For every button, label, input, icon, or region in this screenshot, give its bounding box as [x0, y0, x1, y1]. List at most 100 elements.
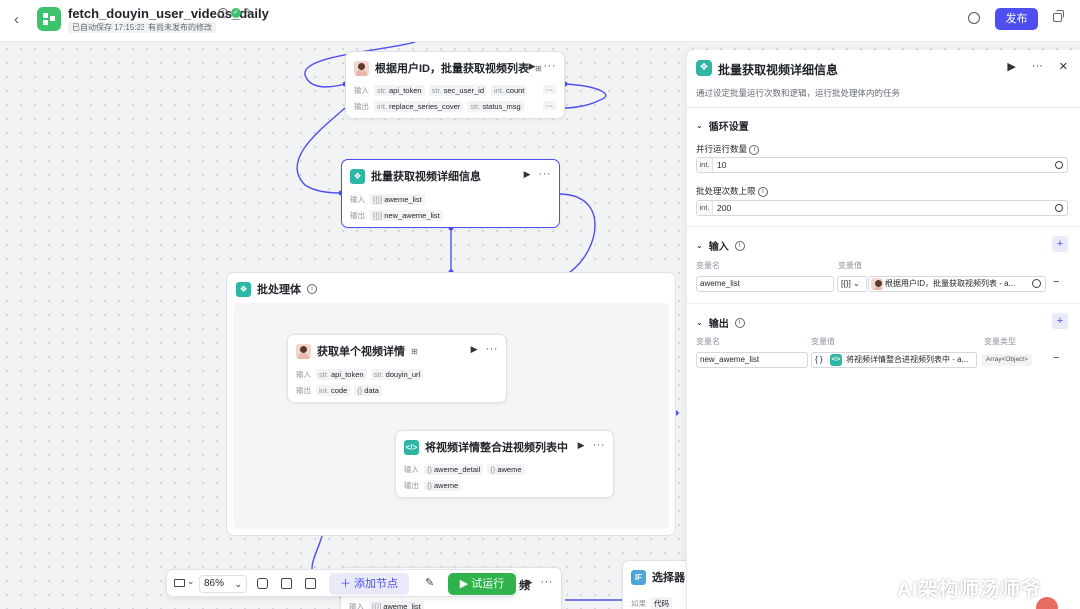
image-icon[interactable]: [305, 578, 316, 589]
input-chip: [{}] aweme_list: [370, 194, 425, 205]
info-icon: i: [734, 240, 745, 251]
object-type-icon: { }: [815, 355, 823, 364]
input-chip: str. sec_user_id: [428, 85, 488, 96]
add-input-button[interactable]: +: [1052, 236, 1068, 252]
remove-output-button[interactable]: −: [1053, 352, 1059, 364]
input-var-reference[interactable]: 根据用户ID，批量获取视频列表 - a...: [868, 276, 1046, 292]
node-config-panel: ❖ 批量获取视频详细信息 ▶ ··· ✕ 通过设定批量运行次数和逻辑，运行批处理…: [686, 50, 1080, 609]
more-options-icon[interactable]: ···: [539, 168, 552, 180]
autosave-status: 已自动保存 17:15:23: [68, 22, 150, 33]
batch-layers-icon: ❖: [236, 281, 251, 297]
code-icon: </>: [404, 439, 419, 455]
workflow-app-icon: [37, 7, 61, 31]
remove-input-button[interactable]: −: [1053, 276, 1059, 288]
publish-button[interactable]: 发布: [995, 8, 1038, 30]
add-output-button[interactable]: +: [1052, 313, 1068, 329]
top-bar: ‹ fetch_douyin_user_videos_daily i ✓ ✎ 已…: [0, 0, 1080, 42]
plugin-icon: ⊞: [411, 346, 418, 356]
node-merge-into-list[interactable]: </> 将视频详情整合进视频列表中 ▶ ··· 输入 {} aweme_detai…: [395, 430, 614, 498]
output-type-badge: Array<Object>: [982, 354, 1032, 366]
node-fetch-video-list[interactable]: 根据用户ID，批量获取视频列表 ⊞ ▶ ··· 输入 str. api_token…: [345, 51, 565, 119]
test-run-button[interactable]: ▶ 试运行: [448, 573, 516, 595]
zoom-select[interactable]: 86% ⌄: [199, 575, 247, 593]
run-node-icon[interactable]: ▶: [471, 344, 478, 355]
add-node-button[interactable]: ＋ 添加节点: [329, 573, 409, 595]
chevron-down-icon: ⌄: [696, 318, 703, 327]
info-icon[interactable]: i: [218, 7, 228, 18]
input-chip: str. douyin_url: [370, 369, 424, 380]
layout-grid-icon[interactable]: [281, 578, 292, 589]
panel-description: 通过设定批量运行次数和逻辑，运行批处理体内的任务: [696, 88, 901, 98]
chevron-down-icon[interactable]: ⌄: [187, 576, 195, 587]
run-node-icon[interactable]: ▶: [1007, 60, 1015, 73]
output-chip: str. status_msg: [467, 101, 524, 112]
more-options-icon[interactable]: ···: [593, 439, 606, 451]
user-avatar-icon: [354, 60, 369, 76]
close-icon[interactable]: ✕: [1059, 60, 1068, 73]
if-condition-icon: IF: [631, 569, 646, 585]
info-icon: i: [749, 144, 760, 155]
node-get-single-video[interactable]: 获取单个视频详情 ⊞ ▶ ··· 输入 str. api_token str. do…: [287, 334, 507, 403]
output-chip: [{}] new_aweme_list: [370, 210, 443, 221]
verified-check-icon: ✓: [231, 7, 241, 18]
node-title: 将视频详情整合进视频列表中: [425, 442, 568, 454]
comment-icon[interactable]: [257, 578, 268, 589]
user-avatar-icon: [296, 343, 311, 359]
info-icon: i: [734, 317, 745, 328]
batch-layers-icon: ❖: [350, 168, 365, 184]
run-node-icon[interactable]: ▶: [526, 577, 533, 588]
chevron-down-icon: ⌄: [696, 121, 703, 130]
user-avatar-icon: [871, 278, 883, 290]
output-var-reference[interactable]: { } </> 将视频详情整合进视频列表中 - a...: [811, 352, 977, 368]
chevron-down-icon: ⌄: [696, 241, 703, 250]
input-chip: {} aweme: [487, 464, 525, 475]
code-icon: </>: [830, 354, 842, 366]
output-chip: {} aweme: [424, 480, 462, 491]
condition-chip: 代码: [651, 597, 672, 609]
history-icon[interactable]: [968, 12, 980, 24]
more-inputs-indicator[interactable]: ···: [542, 85, 556, 94]
batch-limit-input[interactable]: int. 200: [696, 200, 1068, 216]
run-node-icon[interactable]: ▶: [529, 61, 536, 72]
unpublished-status: 有尚未发布的修改: [144, 22, 216, 33]
output-section-header[interactable]: ⌄ 输出 i: [696, 315, 745, 330]
loop-settings-header[interactable]: ⌄ 循环设置: [696, 118, 749, 133]
run-node-icon[interactable]: ▶: [524, 169, 531, 180]
node-title: 批量获取视频详细信息: [371, 171, 481, 183]
output-chip: int. code: [316, 385, 351, 396]
input-chip: [{}] aweme_list: [369, 601, 424, 609]
input-var-type-select[interactable]: [{}] ⌄: [837, 276, 867, 292]
input-section-header[interactable]: ⌄ 输入 i: [696, 238, 745, 253]
canvas-toolbar: ⌄ 86% ⌄ ＋ 添加节点 ✎ ▶ 试运行: [166, 569, 516, 597]
output-chip: int. replace_series_cover: [374, 101, 464, 112]
clock-icon: [1055, 161, 1063, 169]
back-arrow-icon[interactable]: ‹: [14, 11, 19, 28]
parallel-count-input[interactable]: int. 10: [696, 157, 1068, 173]
info-icon[interactable]: i: [307, 284, 317, 294]
more-options-icon[interactable]: ···: [486, 343, 499, 355]
debug-tool-icon[interactable]: ✎: [425, 576, 434, 589]
node-title: 根据用户ID，批量获取视频列表: [375, 63, 529, 75]
parallel-count-label: 并行运行数量 i: [696, 143, 760, 155]
container-title: 批处理体: [257, 284, 301, 296]
output-var-name-field[interactable]: new_aweme_list: [696, 352, 808, 368]
input-chip: {} aweme_detail: [424, 464, 484, 475]
copy-icon[interactable]: [1053, 10, 1064, 22]
node-title: 选择器: [652, 572, 685, 584]
more-options-icon[interactable]: ···: [544, 60, 557, 72]
node-batch-fetch-details[interactable]: ❖ 批量获取视频详细信息 ▶ ··· 输入 [{}] aweme_list 输出 …: [341, 159, 560, 228]
more-options-icon[interactable]: ···: [541, 576, 554, 588]
clock-icon[interactable]: [1032, 279, 1041, 288]
run-node-icon[interactable]: ▶: [578, 440, 585, 451]
more-outputs-indicator[interactable]: ···: [542, 101, 556, 110]
input-var-name-field[interactable]: aweme_list: [696, 276, 834, 292]
clock-icon: [1055, 204, 1063, 212]
output-chip: {} data: [354, 385, 382, 396]
more-options-icon[interactable]: ···: [1032, 60, 1043, 73]
minimap-icon[interactable]: [174, 579, 185, 587]
edit-icon[interactable]: ✎: [244, 7, 252, 18]
input-chip: int. count: [491, 85, 528, 96]
panel-title: 批量获取视频详细信息: [718, 63, 839, 77]
info-icon: i: [757, 186, 768, 197]
node-title: 获取单个视频详情: [317, 346, 405, 358]
